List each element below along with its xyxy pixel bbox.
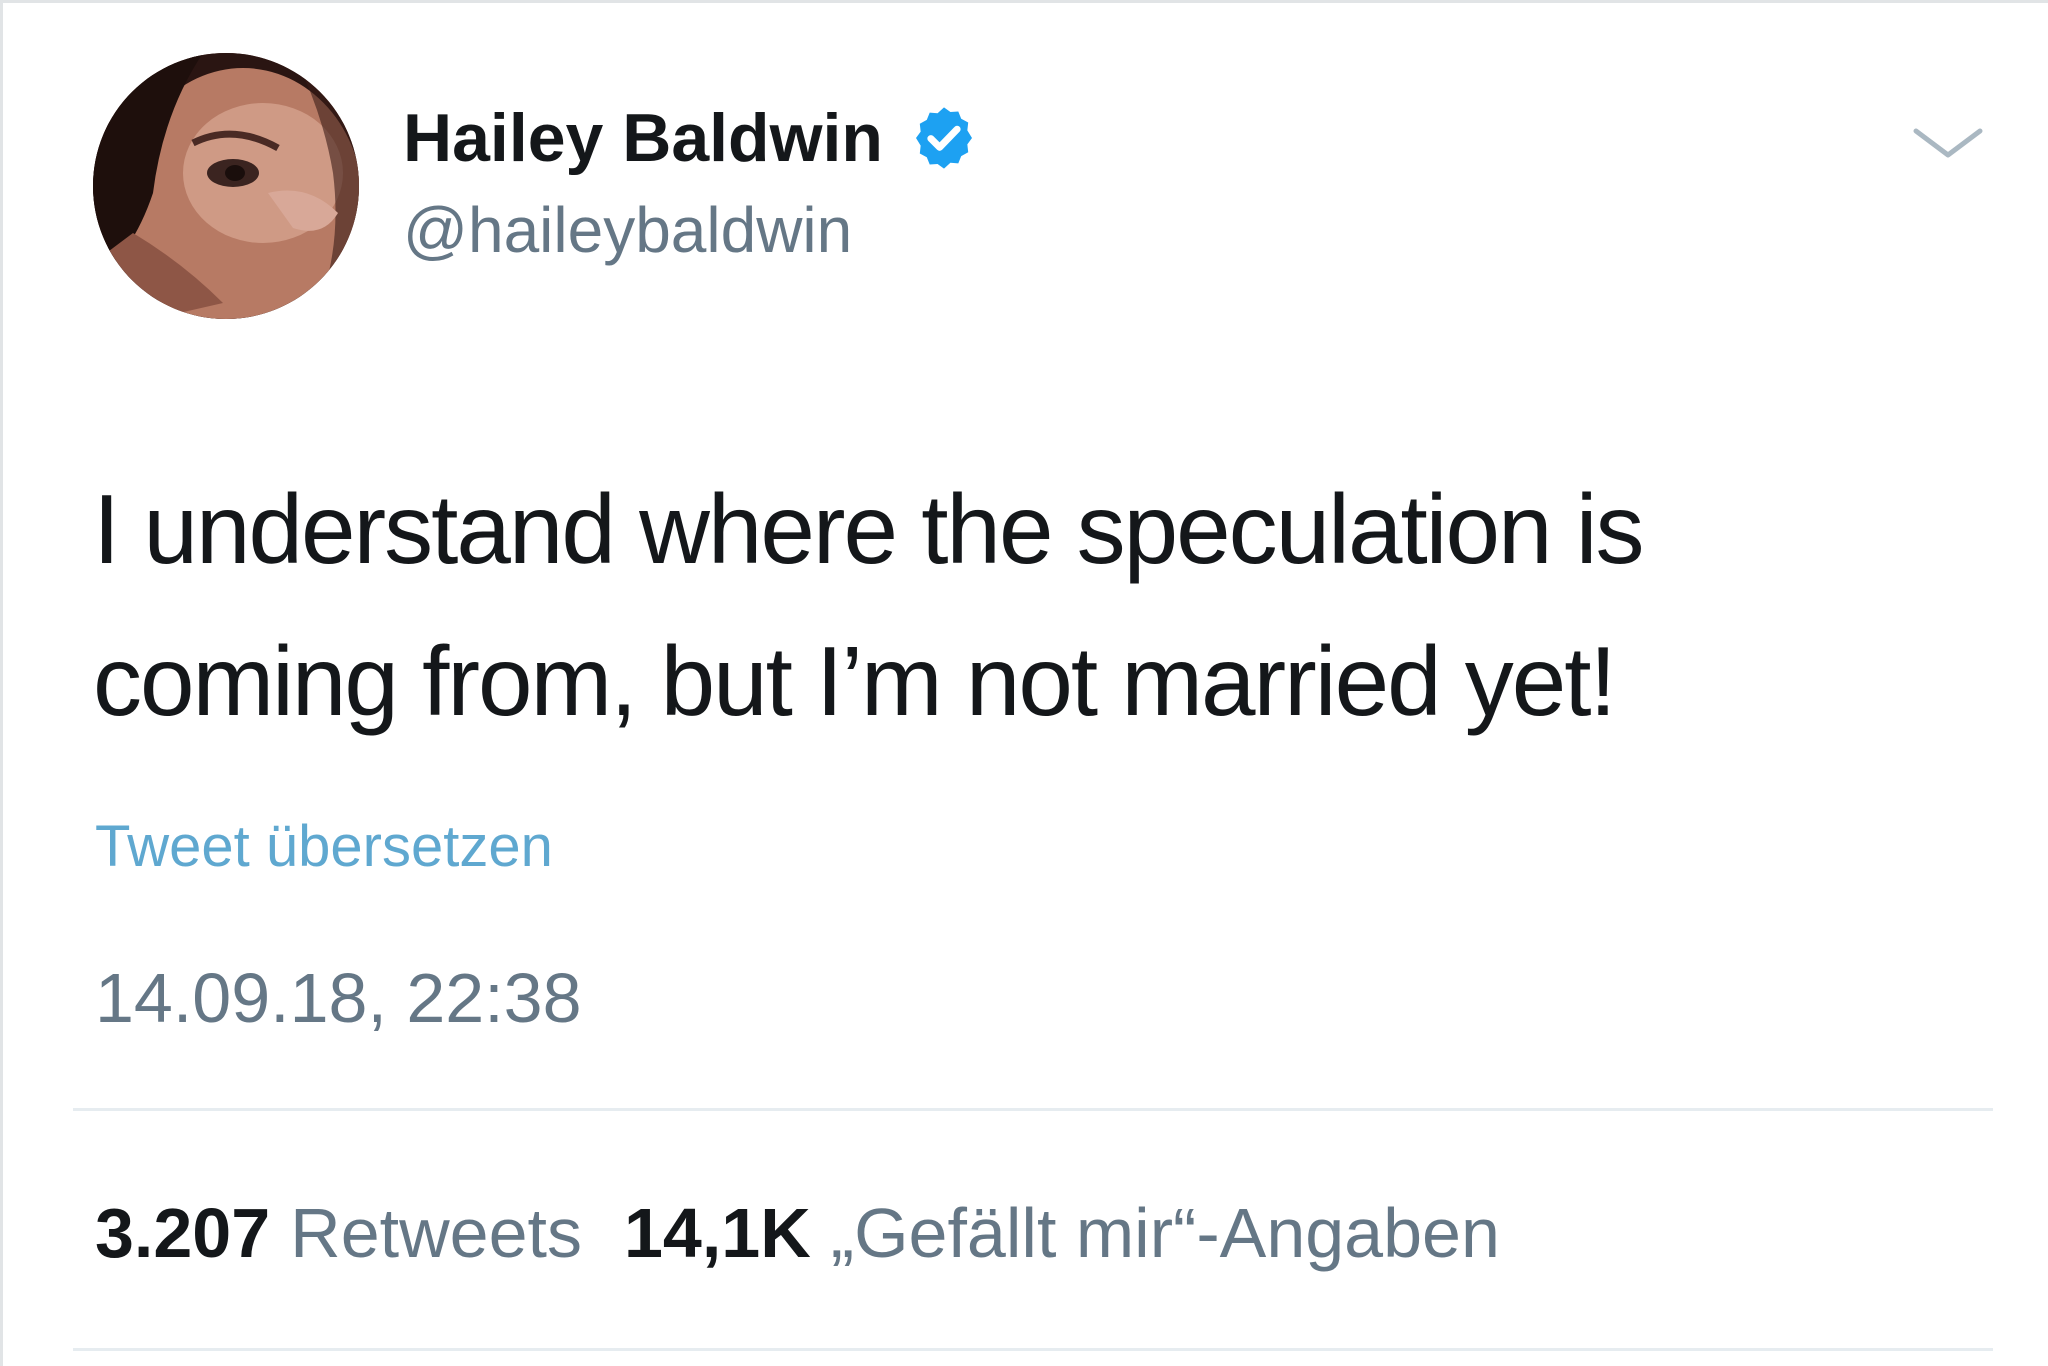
- retweets-label: Retweets: [290, 1194, 582, 1272]
- author-handle[interactable]: @haileybaldwin: [403, 193, 852, 267]
- translate-tweet-link[interactable]: Tweet übersetzen: [95, 813, 553, 880]
- divider: [73, 1348, 1993, 1351]
- tweet-text: I understand where the speculation is co…: [93, 453, 1953, 757]
- likes-stat[interactable]: 14,1K „Gefällt mir“-Angaben: [624, 1193, 1500, 1273]
- author-name-row[interactable]: Hailey Baldwin: [403, 98, 979, 178]
- avatar[interactable]: [93, 53, 359, 319]
- tweet-text-line: I understand where the speculation is: [93, 474, 1644, 584]
- divider: [73, 1108, 1993, 1111]
- likes-label: „Gefällt mir“-Angaben: [830, 1194, 1500, 1272]
- tweet-timestamp[interactable]: 14.09.18, 22:38: [95, 958, 582, 1038]
- retweets-count: 3.207: [95, 1194, 271, 1272]
- author-display-name[interactable]: Hailey Baldwin: [403, 99, 883, 177]
- verified-badge-icon: [909, 103, 979, 173]
- tweet-menu-button[interactable]: [1908, 113, 1988, 173]
- chevron-down-icon: [1913, 128, 1983, 158]
- retweets-stat[interactable]: 3.207 Retweets: [95, 1193, 582, 1273]
- tweet-stats: 3.207 Retweets 14,1K „Gefällt mir“-Angaben: [95, 1193, 1500, 1273]
- likes-count: 14,1K: [623, 1194, 811, 1272]
- tweet-text-line: coming from, but I’m not married yet!: [93, 626, 1617, 736]
- tweet-card: Hailey Baldwin @haileybaldwin I understa…: [0, 0, 2048, 1366]
